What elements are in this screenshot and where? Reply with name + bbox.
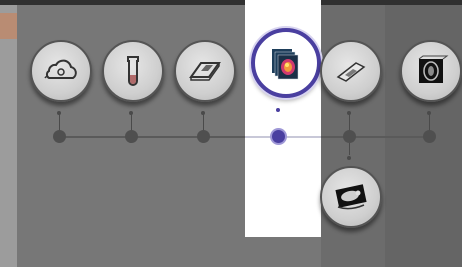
test-tube-icon[interactable] bbox=[102, 40, 164, 102]
step-tissue-slide[interactable] bbox=[166, 34, 242, 110]
step-pin-active bbox=[276, 108, 280, 112]
image-stack-icon[interactable] bbox=[251, 28, 321, 98]
timeline-node-5[interactable] bbox=[343, 130, 356, 143]
step-cloud-upload[interactable] bbox=[22, 34, 98, 110]
sidebar-tab[interactable] bbox=[0, 13, 17, 39]
mouse-scan-icon[interactable] bbox=[320, 166, 382, 228]
timeline-node-4-active[interactable] bbox=[272, 130, 285, 143]
step-mouse-scan[interactable] bbox=[312, 160, 388, 236]
timeline-node-6[interactable] bbox=[423, 130, 436, 143]
microscope-slide-icon[interactable] bbox=[320, 40, 382, 102]
timeline-node-1[interactable] bbox=[53, 130, 66, 143]
left-sidebar-strip bbox=[0, 5, 17, 267]
timeline-node-2[interactable] bbox=[125, 130, 138, 143]
timeline-node-3[interactable] bbox=[197, 130, 210, 143]
3d-volume-icon[interactable] bbox=[400, 40, 462, 102]
slide-block-icon[interactable] bbox=[174, 40, 236, 102]
cloud-mouse-icon[interactable] bbox=[30, 40, 92, 102]
step-sample-tube[interactable] bbox=[94, 34, 170, 110]
branch-stem bbox=[349, 143, 350, 155]
step-image-stack[interactable] bbox=[246, 28, 322, 104]
timeline-track bbox=[59, 136, 429, 138]
step-3d-scan[interactable] bbox=[392, 34, 462, 110]
step-microscope-slide[interactable] bbox=[312, 34, 388, 110]
